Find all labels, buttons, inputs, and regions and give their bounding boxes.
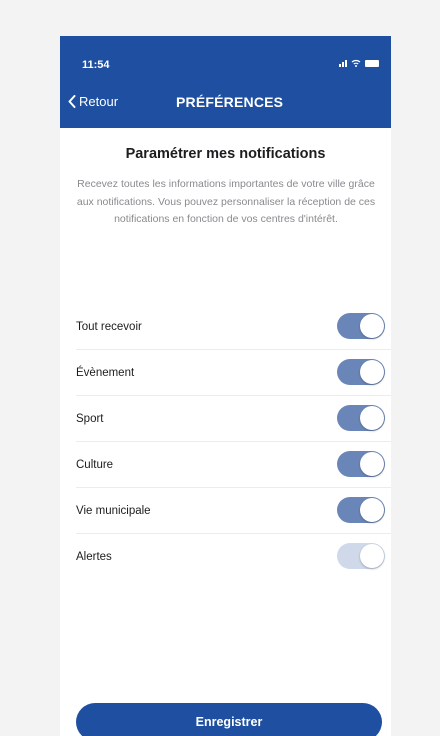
app-header: 11:54 Retour PRÉFÉRENCES [60, 36, 391, 128]
phone-screen: 11:54 Retour PRÉFÉRENCES Paramétrer mes … [60, 36, 391, 736]
preference-row-sport: Sport [76, 396, 391, 442]
section-title: Paramétrer mes notifications [125, 146, 326, 162]
battery-icon [365, 59, 379, 67]
toggle-tout-recevoir[interactable] [337, 313, 385, 339]
toggle-knob [360, 544, 384, 568]
preferences-list: Tout recevoir Évènement Sport Culture Vi… [76, 304, 391, 579]
preference-row-alertes: Alertes [76, 534, 391, 579]
preference-label: Sport [76, 412, 104, 425]
toggle-culture[interactable] [337, 451, 385, 477]
toggle-knob [360, 360, 384, 384]
toggle-knob [360, 314, 384, 338]
preference-label: Évènement [76, 366, 135, 379]
toggle-sport[interactable] [337, 405, 385, 431]
toggle-knob [360, 406, 384, 430]
toggle-knob [360, 498, 384, 522]
preference-row-vie-municipale: Vie municipale [76, 488, 391, 534]
back-label: Retour [79, 94, 119, 109]
preference-label: Culture [76, 458, 114, 471]
status-icons [339, 59, 379, 67]
preference-row-evenement: Évènement [76, 350, 391, 396]
status-time: 11:54 [82, 59, 110, 71]
preference-row-tout-recevoir: Tout recevoir [76, 304, 391, 350]
preference-row-culture: Culture [76, 442, 391, 488]
toggle-evenement[interactable] [337, 359, 385, 385]
back-button[interactable]: Retour [68, 94, 118, 109]
preference-label: Tout recevoir [76, 320, 142, 333]
toggle-knob [360, 452, 384, 476]
preference-label: Alertes [76, 550, 112, 563]
signal-icon [339, 59, 347, 67]
page-title: PRÉFÉRENCES [176, 94, 284, 110]
wifi-icon [351, 59, 361, 67]
toggle-alertes [337, 543, 385, 569]
toggle-vie-municipale[interactable] [337, 497, 385, 523]
chevron-left-icon [68, 95, 76, 108]
save-button[interactable]: Enregistrer [76, 703, 382, 736]
section-description: Recevez toutes les informations importan… [76, 178, 376, 225]
preference-label: Vie municipale [76, 504, 151, 517]
